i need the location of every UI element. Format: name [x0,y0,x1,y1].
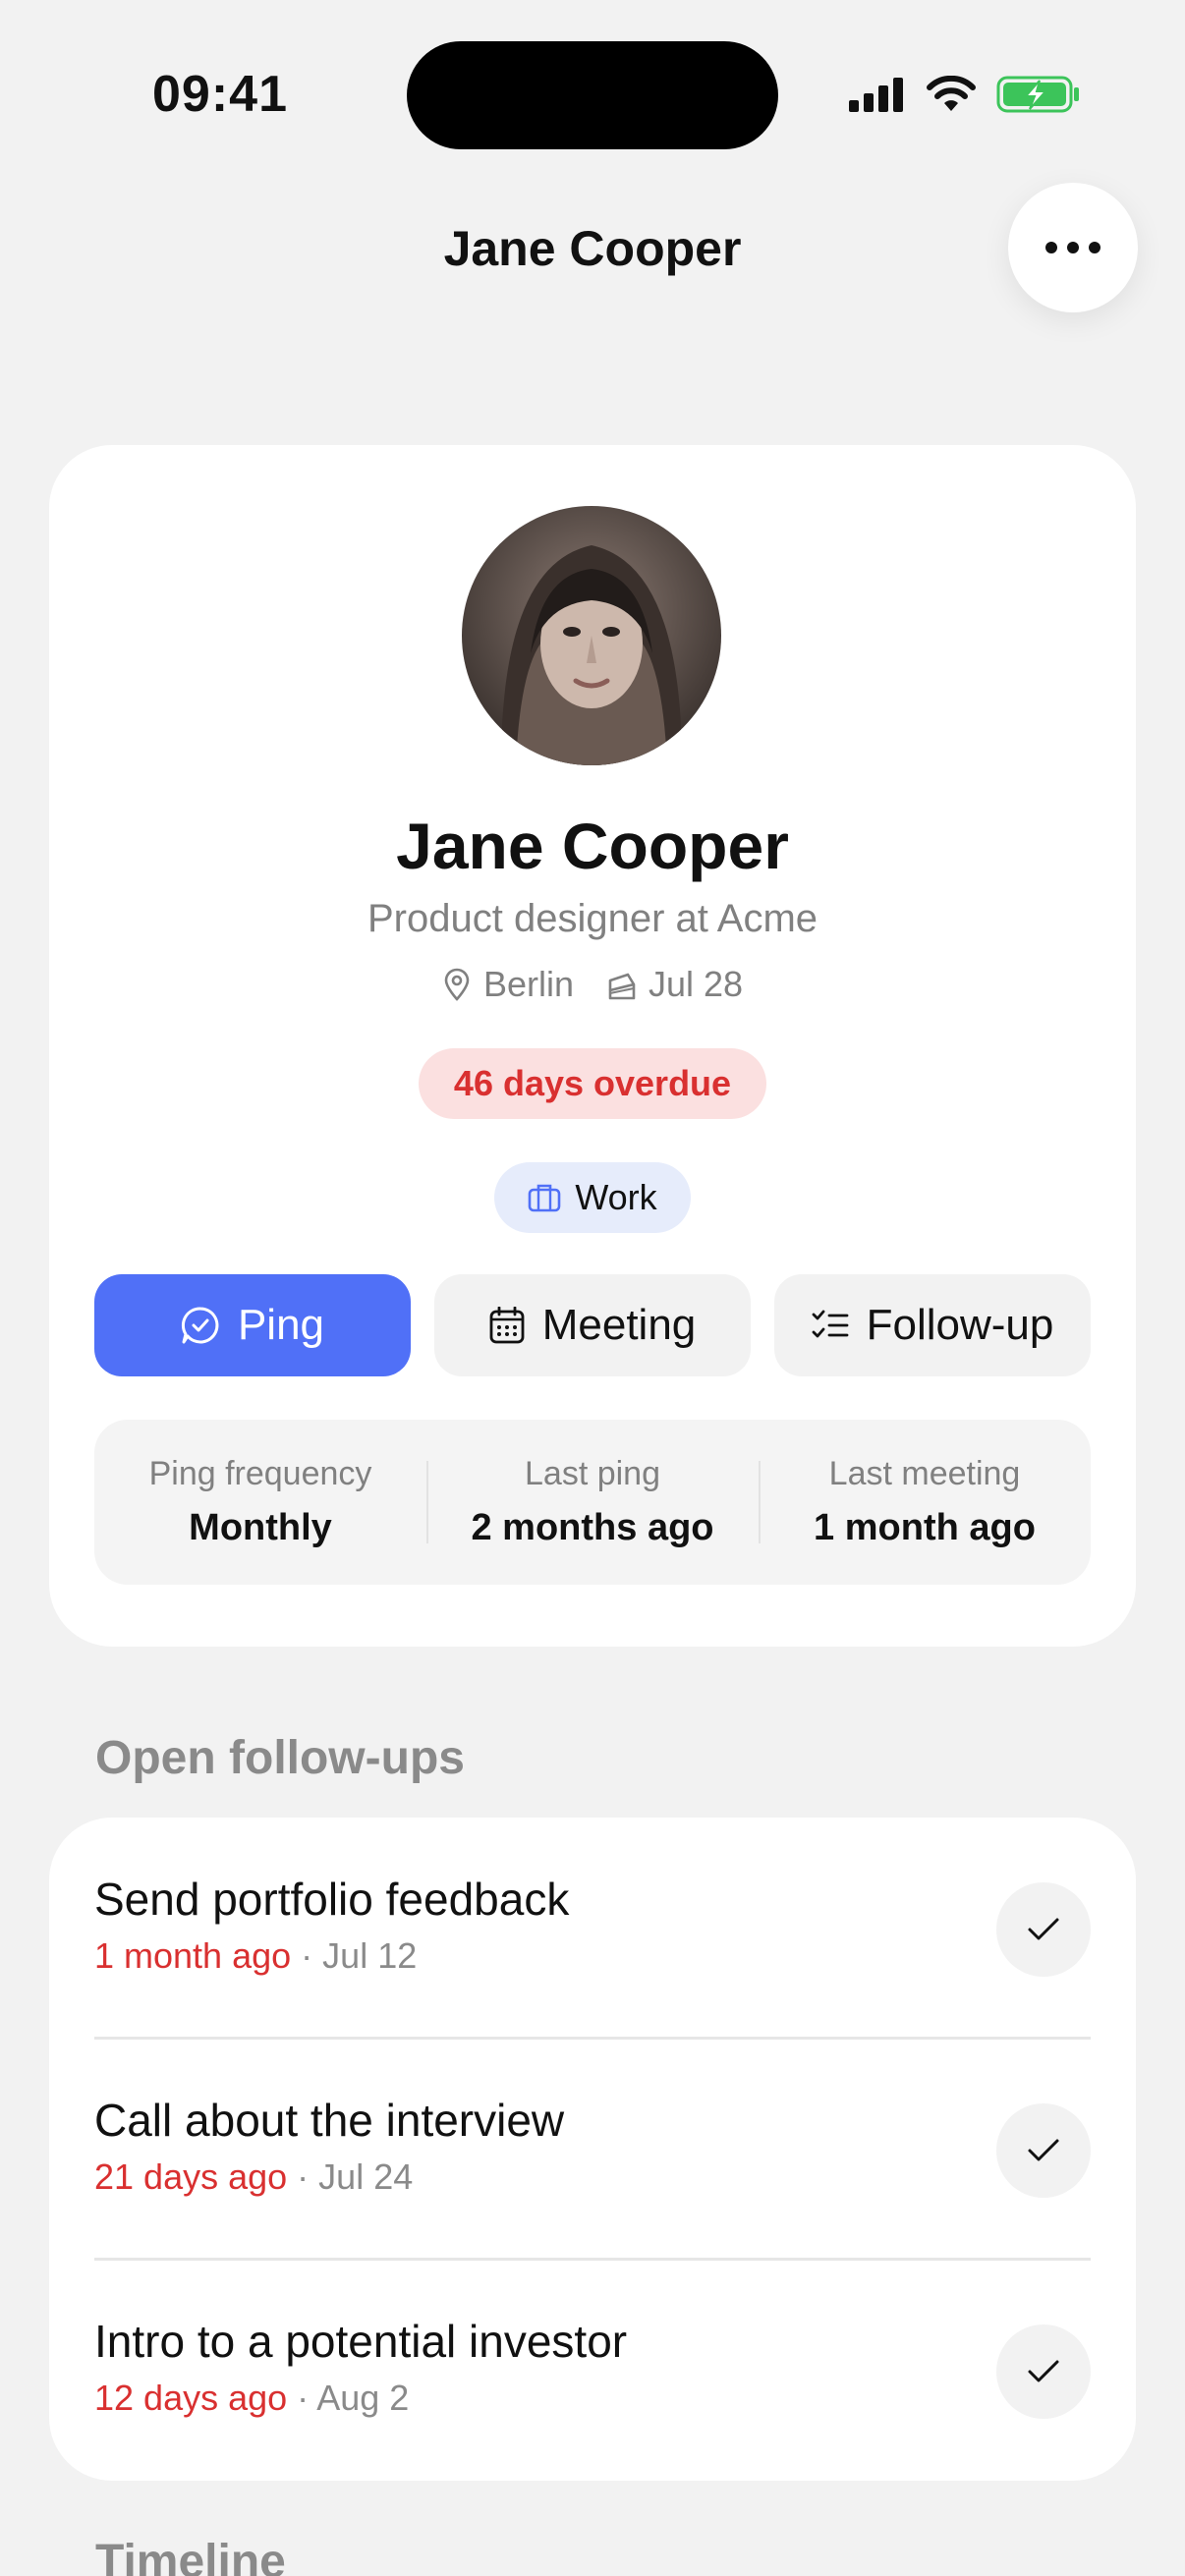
stat-value: 2 months ago [471,1507,714,1548]
follow-up-label: Follow-up [866,1301,1054,1349]
meeting-label: Meeting [541,1301,697,1349]
chat-check-icon [181,1307,219,1344]
more-dot-icon [1067,242,1079,253]
followup-meta: 21 days ago · Jul 24 [94,2156,413,2198]
list-item[interactable]: Intro to a potential investor 12 days ag… [94,2260,1091,2481]
tag-label: Work [575,1177,657,1217]
contact-role: Product designer at Acme [367,897,818,940]
followups-section-title: Open follow-ups [95,1732,465,1784]
separator: · [297,2156,319,2197]
complete-button[interactable] [996,1882,1091,1977]
followup-date: Jul 24 [318,2156,414,2197]
stat-ping-frequency[interactable]: Ping frequency Monthly [94,1455,426,1549]
followup-title: Intro to a potential investor [94,2316,628,2367]
stat-last-meeting: Last meeting 1 month ago [759,1455,1091,1549]
separator: · [297,2378,317,2418]
followup-ago: 1 month ago [94,1935,292,1976]
list-item[interactable]: Send portfolio feedback 1 month ago · Ju… [94,1818,1091,2039]
contact-detail-screen: 09:41 Jane Cooper Jane Cooper Product de… [0,0,1185,2576]
ping-button[interactable]: Ping [94,1274,411,1376]
cake-icon [608,973,636,1000]
followup-date: Aug 2 [316,2378,410,2418]
location-pin-icon [444,968,470,1001]
followup-ago: 21 days ago [94,2156,288,2197]
location-text: Berlin [482,964,574,1004]
avatar-photo [462,506,721,765]
stat-value: Monthly [189,1507,332,1548]
birthday-text: Jul 28 [648,964,744,1004]
separator: · [301,1935,323,1976]
location: Berlin [442,964,574,1005]
list-item[interactable]: Call about the interview 21 days ago · J… [94,2039,1091,2260]
wifi-icon [927,76,976,111]
more-dot-icon [1089,242,1100,253]
stat-label: Last meeting [828,1455,1021,1492]
profile-card: Jane Cooper Product designer at Acme Ber… [49,445,1136,1647]
birthday: Jul 28 [607,964,743,1005]
avatar[interactable] [462,506,721,765]
complete-button[interactable] [996,2103,1091,2198]
contact-meta: Berlin Jul 28 [49,964,1136,1005]
followup-title: Send portfolio feedback [94,1874,570,1925]
more-dot-icon [1045,242,1057,253]
stats-panel: Ping frequency Monthly Last ping 2 month… [94,1420,1091,1585]
followup-title: Call about the interview [94,2095,565,2146]
stat-last-ping: Last ping 2 months ago [426,1455,759,1549]
calendar-icon [489,1307,525,1344]
checkmark-icon [1028,1918,1059,1940]
followup-date: Jul 12 [322,1935,418,1976]
status-icons [847,75,1081,114]
contact-name: Jane Cooper [396,810,789,882]
stat-value: 1 month ago [814,1507,1036,1548]
stat-label: Ping frequency [148,1455,372,1492]
checkmark-icon [1028,2139,1059,2161]
status-time: 09:41 [152,66,288,123]
meeting-button[interactable]: Meeting [434,1274,751,1376]
timeline-section-title: Timeline [95,2536,286,2576]
briefcase-icon [529,1184,561,1212]
stat-label: Last ping [525,1455,660,1492]
battery-charging-icon [996,76,1079,113]
more-options-button[interactable] [1008,183,1138,312]
dynamic-island [407,41,778,149]
checkmark-icon [1028,2360,1059,2382]
action-buttons: Ping Meeting Follow-up [94,1274,1091,1376]
checklist-icon [812,1310,849,1338]
ping-label: Ping [237,1301,325,1349]
complete-button[interactable] [996,2324,1091,2419]
followups-card: Send portfolio feedback 1 month ago · Ju… [49,1818,1136,2481]
followup-meta: 12 days ago · Aug 2 [94,2378,409,2419]
follow-up-button[interactable]: Follow-up [774,1274,1091,1376]
followup-meta: 1 month ago · Jul 12 [94,1935,417,1977]
followup-ago: 12 days ago [94,2378,288,2418]
overdue-badge: 46 days overdue [419,1048,766,1119]
tag-work[interactable]: Work [494,1162,691,1233]
cellular-signal-icon [849,78,903,112]
